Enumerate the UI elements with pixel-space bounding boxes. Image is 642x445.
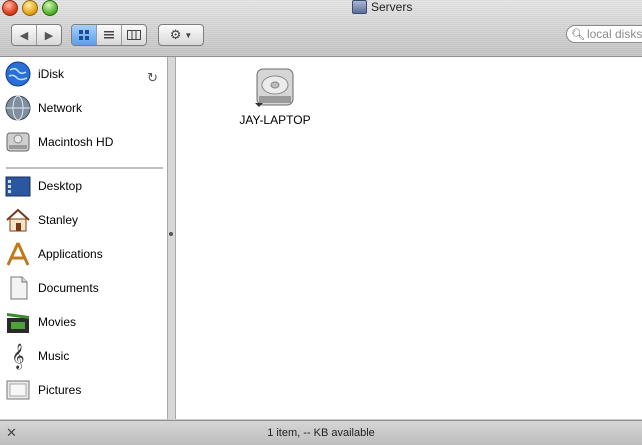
back-forward-group: ◀ ▶: [11, 24, 62, 46]
status-bar: ✕ 1 item, -- KB available: [0, 420, 642, 445]
sidebar-splitter[interactable]: [168, 57, 176, 419]
sidebar-item-label: Applications: [38, 247, 103, 261]
sidebar-item-label: Pictures: [38, 383, 82, 397]
window-title-text: Servers: [371, 0, 413, 14]
hard-drive-icon: [4, 128, 32, 156]
sidebar-item-music[interactable]: 𝄞 Music: [4, 341, 164, 371]
desktop-icon: [4, 172, 32, 200]
sidebar-item-label: Stanley: [38, 213, 79, 227]
file-item-label: JAY-LAPTOP: [239, 113, 311, 127]
splitter-grip-icon: [169, 232, 173, 236]
sidebar-item-stanley[interactable]: Stanley: [4, 205, 164, 235]
back-arrow-icon: ◀: [19, 29, 29, 42]
tools-icon: ✕: [6, 425, 17, 440]
status-text: 1 item, -- KB available: [267, 427, 375, 439]
file-browser-content: JAY-LAPTOP: [176, 57, 642, 419]
forward-button[interactable]: ▶: [37, 25, 61, 45]
list-view-button[interactable]: [97, 25, 122, 45]
sidebar-item-desktop[interactable]: Desktop: [4, 171, 164, 201]
gear-icon: ⚙: [169, 27, 182, 42]
view-mode-group: [71, 24, 147, 46]
sidebar-item-label: Desktop: [38, 179, 83, 193]
column-view-icon: [127, 30, 141, 40]
icon-view-button[interactable]: [72, 25, 97, 45]
sidebar-item-applications[interactable]: Applications: [4, 239, 164, 269]
server-disk-icon: [255, 68, 294, 107]
sidebar-item-network[interactable]: Network: [4, 93, 164, 123]
list-view-icon: [104, 31, 114, 39]
documents-icon: [4, 274, 32, 302]
sidebar-item-macintosh-hd[interactable]: Macintosh HD: [4, 127, 164, 157]
sidebar-item-pictures[interactable]: Pictures: [4, 375, 164, 405]
close-window-button[interactable]: [2, 0, 18, 16]
server-folder-icon: [352, 0, 367, 14]
sidebar-divider: [6, 167, 163, 169]
column-view-button[interactable]: [122, 25, 146, 45]
network-globe-icon: [4, 94, 32, 122]
forward-arrow-icon: ▶: [44, 29, 54, 42]
search-icon: 🔍︎: [571, 28, 585, 41]
finder-window: Servers ◀ ▶ ⚙ ▼ 🔍︎ local disks iDisk ↻ N…: [0, 0, 642, 445]
pictures-icon: [4, 376, 32, 404]
toolbar: Servers ◀ ▶ ⚙ ▼ 🔍︎: [0, 0, 642, 57]
back-button[interactable]: ◀: [12, 25, 37, 45]
minimize-window-button[interactable]: [22, 0, 38, 16]
applications-icon: [4, 240, 32, 268]
chevron-down-icon: ▼: [184, 30, 193, 40]
sidebar-item-idisk[interactable]: iDisk ↻: [4, 59, 164, 89]
music-icon: 𝄞: [11, 343, 25, 368]
sidebar-item-label: iDisk: [38, 67, 64, 81]
icon-view-icon: [79, 30, 89, 40]
sidebar-item-label: Music: [38, 349, 70, 363]
action-menu-button[interactable]: ⚙ ▼: [158, 24, 204, 46]
sidebar-item-label: Movies: [38, 315, 77, 329]
file-item[interactable]: JAY-LAPTOP: [230, 65, 320, 127]
sidebar-item-label: Macintosh HD: [38, 135, 114, 149]
zoom-window-button[interactable]: [42, 0, 58, 16]
sidebar-item-label: Network: [38, 101, 83, 115]
sidebar: iDisk ↻ Network Macintosh HD Desktop Sta…: [0, 57, 168, 419]
sidebar-item-label: Documents: [38, 281, 99, 295]
search-input[interactable]: [586, 27, 642, 41]
idisk-globe-icon: [4, 60, 32, 88]
sync-icon[interactable]: ↻: [147, 70, 158, 86]
movies-icon: [4, 308, 32, 336]
search-field[interactable]: 🔍︎: [566, 25, 642, 43]
sidebar-item-movies[interactable]: Movies: [4, 307, 164, 337]
window-title: Servers: [352, 0, 412, 14]
sidebar-item-documents[interactable]: Documents: [4, 273, 164, 303]
home-icon: [4, 206, 32, 234]
